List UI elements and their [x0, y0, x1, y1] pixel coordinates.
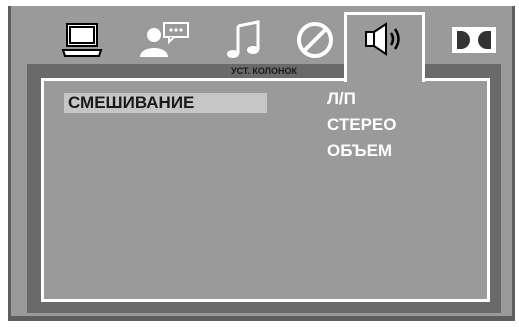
user-chat-icon — [136, 21, 192, 59]
downmix-options: Л/П СТЕРЕО ОБЪЕМ — [327, 86, 396, 164]
tab-music[interactable] — [221, 16, 267, 64]
active-tab-caption: УСТ. КОЛОНОК — [231, 66, 297, 76]
music-note-icon — [224, 20, 264, 60]
option-lr[interactable]: Л/П — [327, 86, 396, 112]
dolby-icon — [451, 26, 497, 54]
tab-user[interactable] — [135, 16, 193, 64]
option-stereo[interactable]: СТЕРЕО — [327, 112, 396, 138]
downmix-setting-label[interactable]: СМЕШИВАНИЕ — [64, 93, 267, 113]
laptop-icon — [61, 22, 103, 58]
tab-speaker-setup[interactable] — [344, 12, 425, 82]
tab-disc[interactable] — [291, 16, 339, 64]
option-surround[interactable]: ОБЪЕМ — [327, 138, 396, 164]
tab-laptop[interactable] — [57, 16, 107, 64]
tab-dolby[interactable] — [447, 16, 501, 64]
tab-bar — [11, 6, 512, 64]
disc-icon — [295, 20, 335, 60]
speaker-icon — [362, 21, 408, 82]
